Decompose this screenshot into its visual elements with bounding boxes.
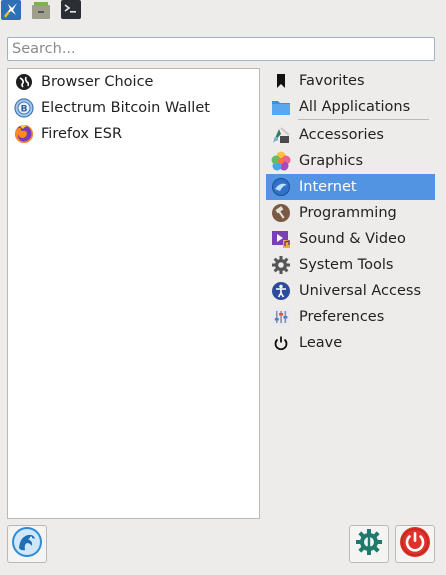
internet-icon (270, 176, 292, 198)
category-label: Preferences (299, 309, 385, 325)
gear-icon (270, 254, 292, 276)
power-icon (270, 332, 292, 354)
settings-button[interactable] (349, 525, 389, 563)
terminal-icon[interactable] (61, 0, 81, 20)
category-favorites[interactable]: Favorites (266, 68, 435, 94)
category-label: System Tools (299, 257, 394, 273)
category-sound-video[interactable]: Sound & Video (266, 226, 435, 252)
category-programming[interactable]: Programming (266, 200, 435, 226)
category-preferences[interactable]: Preferences (266, 304, 435, 330)
category-accessories[interactable]: Accessories (266, 122, 435, 148)
kali-launcher-icon[interactable] (1, 0, 21, 20)
graphics-icon (270, 150, 292, 172)
category-divider (298, 119, 429, 120)
app-list: Browser Choice B Electrum Bitcoin Wallet… (7, 68, 260, 519)
category-system-tools[interactable]: System Tools (266, 252, 435, 278)
category-universal-access[interactable]: Universal Access (266, 278, 435, 304)
power-icon (399, 526, 431, 562)
category-graphics[interactable]: Graphics (266, 148, 435, 174)
svg-text:B: B (21, 105, 28, 115)
app-label: Electrum Bitcoin Wallet (41, 100, 210, 116)
category-label: Favorites (299, 73, 365, 89)
category-label: Internet (299, 179, 357, 195)
app-label: Browser Choice (41, 74, 154, 90)
folder-icon (270, 96, 292, 118)
accessories-icon (270, 124, 292, 146)
category-leave[interactable]: Leave (266, 330, 435, 356)
firefox-icon (13, 123, 35, 145)
category-label: Universal Access (299, 283, 422, 299)
user-profile-button[interactable] (7, 525, 47, 563)
search-input[interactable] (7, 37, 435, 61)
shutdown-button[interactable] (395, 525, 435, 563)
settings-gear-icon (354, 527, 384, 561)
accessibility-icon (270, 280, 292, 302)
list-item[interactable]: B Electrum Bitcoin Wallet (8, 95, 259, 121)
category-label: Graphics (299, 153, 364, 169)
category-label: Leave (299, 335, 343, 351)
bookmark-icon (270, 70, 292, 92)
category-label: Programming (299, 205, 397, 221)
category-label: Accessories (299, 127, 384, 143)
category-label: All Applications (299, 99, 411, 115)
list-item[interactable]: Browser Choice (8, 69, 259, 95)
kali-dragon-icon (11, 526, 43, 562)
hammer-icon (270, 202, 292, 224)
preferences-icon (270, 306, 292, 328)
category-internet[interactable]: Internet (266, 174, 435, 200)
file-manager-icon[interactable] (31, 0, 51, 20)
app-label: Firefox ESR (41, 126, 123, 142)
list-item[interactable]: Firefox ESR (8, 121, 259, 147)
category-label: Sound & Video (299, 231, 406, 247)
multimedia-icon (270, 228, 292, 250)
category-all-applications[interactable]: All Applications (266, 94, 435, 120)
browser-choice-icon (13, 71, 35, 93)
electrum-icon: B (13, 97, 35, 119)
